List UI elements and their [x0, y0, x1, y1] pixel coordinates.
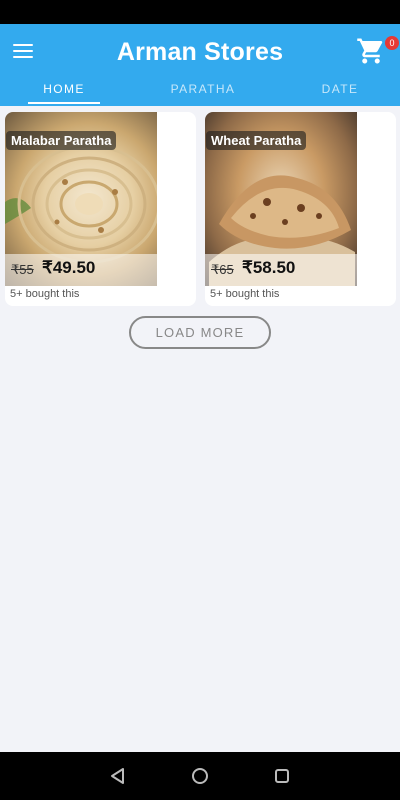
sales-count: 5+ bought this — [10, 288, 80, 300]
active-tab-indicator — [28, 102, 100, 104]
app-title: Arman Stores — [116, 38, 284, 66]
product-name: Wheat Paratha — [206, 131, 307, 150]
product-card-wheat-paratha[interactable]: Wheat Paratha ₹65 ₹58.50 5+ bought this — [205, 112, 396, 306]
back-triangle-icon[interactable] — [108, 766, 128, 786]
sale-price: ₹58.50 — [242, 258, 296, 277]
product-name: Malabar Paratha — [6, 131, 117, 150]
load-more-button[interactable]: LOAD MORE — [129, 316, 271, 349]
tab-date[interactable]: DATE — [300, 82, 380, 106]
original-price: ₹55 — [11, 262, 34, 277]
hamburger-menu-icon[interactable] — [12, 40, 38, 66]
recent-apps-square-icon[interactable] — [272, 766, 292, 786]
category-tabs: HOME PARATHA DATE — [0, 82, 400, 106]
sale-price: ₹49.50 — [42, 258, 96, 277]
app-bar: Arman Stores 0 HOME PARATHA DATE — [0, 24, 400, 106]
tab-paratha[interactable]: PARATHA — [160, 82, 246, 106]
product-card-malabar-paratha[interactable]: Malabar Paratha ₹55 ₹49.50 5+ bought thi… — [5, 112, 196, 306]
cart-count-badge: 0 — [385, 36, 399, 50]
original-price: ₹65 — [211, 262, 234, 277]
sales-count: 5+ bought this — [210, 288, 280, 300]
system-navigation-bar — [0, 752, 400, 800]
home-circle-icon[interactable] — [190, 766, 210, 786]
status-bar — [0, 0, 400, 24]
